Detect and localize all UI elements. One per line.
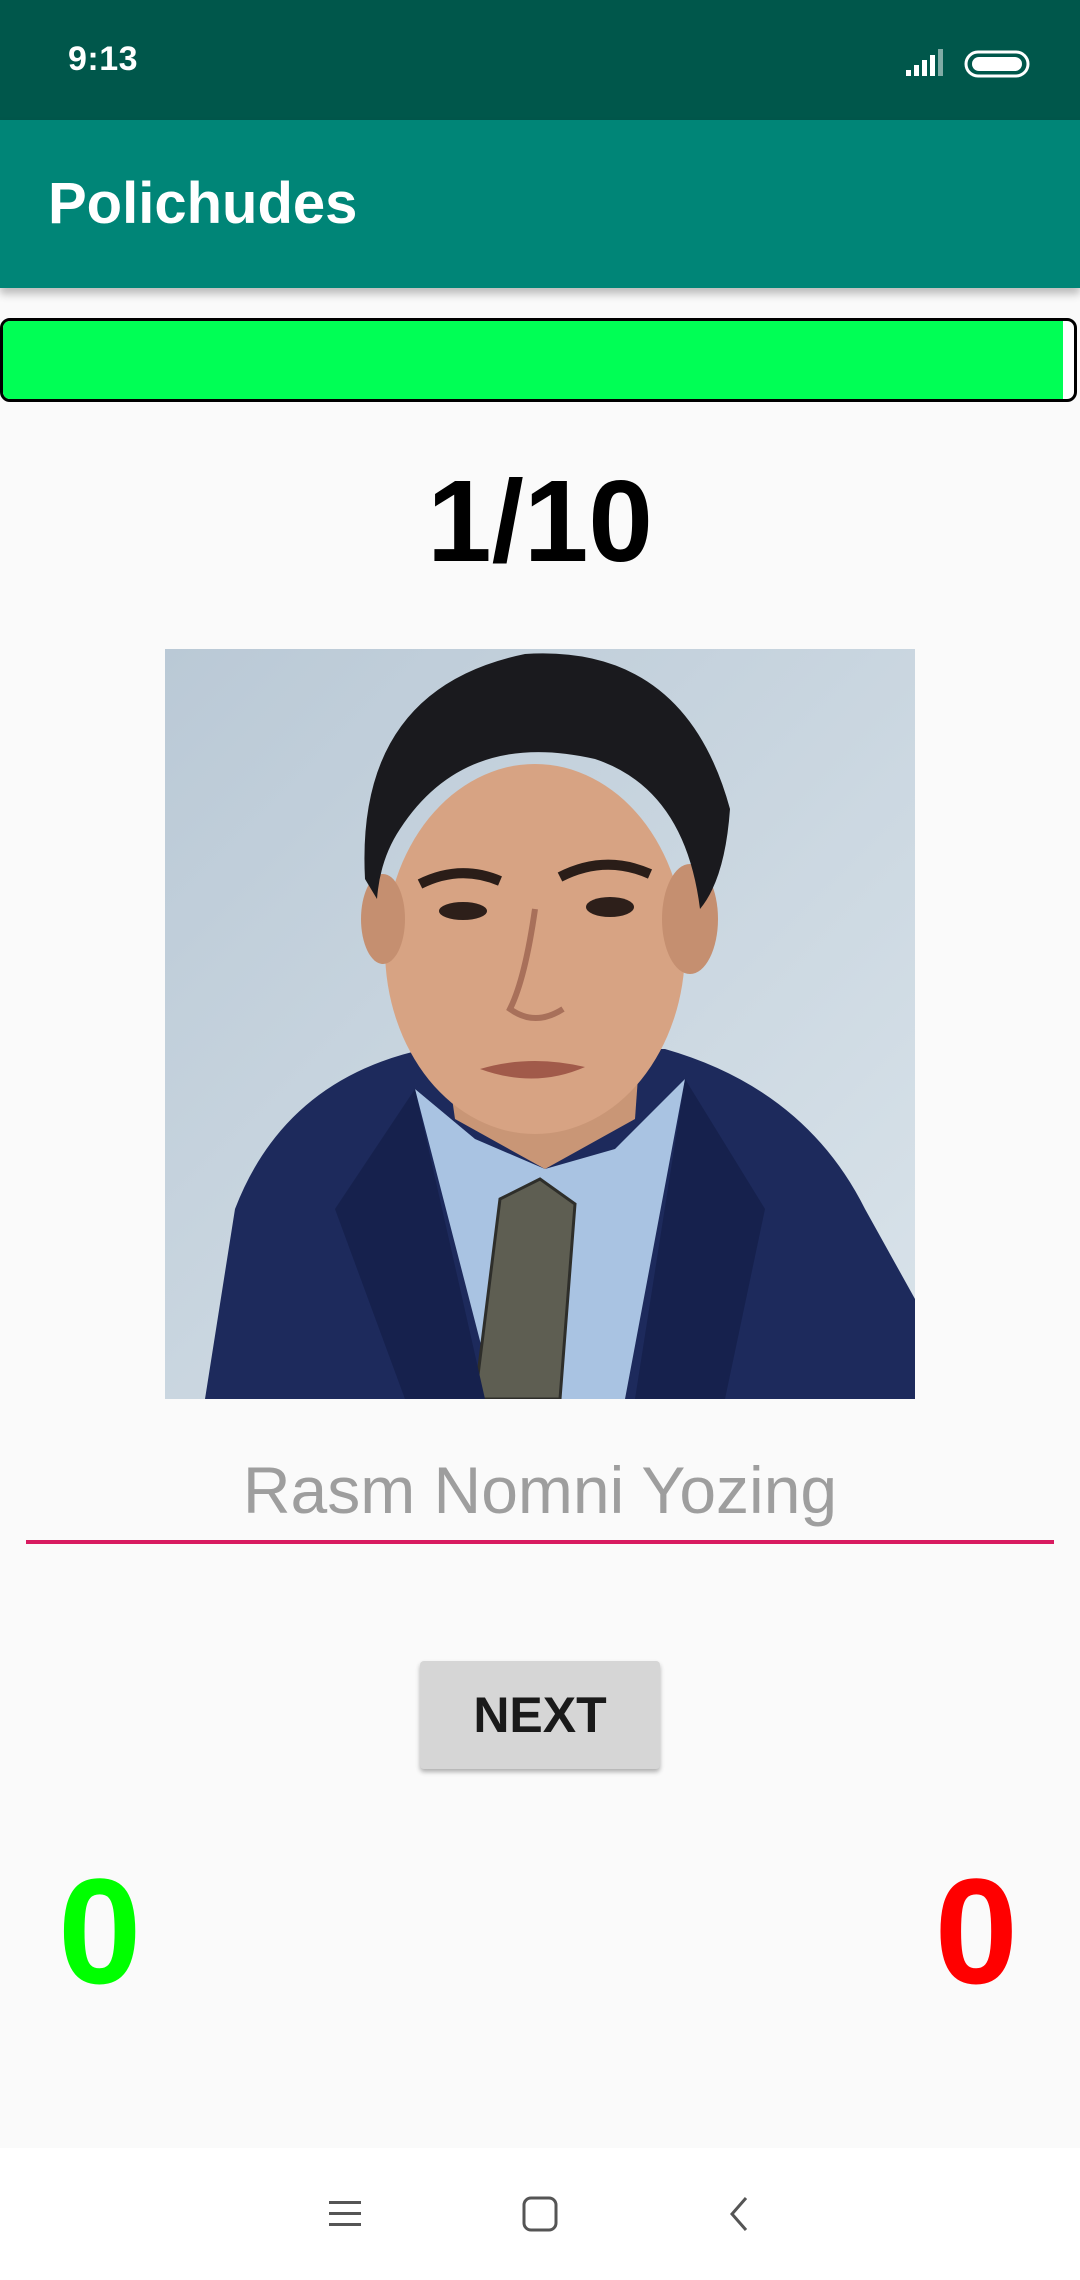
app-title: Polichudes bbox=[48, 171, 358, 236]
menu-icon bbox=[329, 2201, 361, 2226]
back-icon bbox=[730, 2197, 748, 2231]
question-counter: 1/10 bbox=[427, 456, 653, 586]
app-bar: Polichudes bbox=[0, 120, 1080, 288]
menu-button[interactable] bbox=[315, 2184, 375, 2244]
wrong-score: 0 bbox=[934, 1847, 1018, 2015]
portrait-illustration bbox=[165, 649, 915, 1399]
next-button[interactable]: NEXT bbox=[420, 1661, 660, 1769]
status-time: 9:13 bbox=[68, 40, 139, 78]
correct-score: 0 bbox=[58, 1847, 142, 2015]
back-button[interactable] bbox=[710, 2184, 770, 2244]
home-button[interactable] bbox=[510, 2184, 570, 2244]
quiz-progress-fill bbox=[3, 321, 1064, 399]
system-nav-bar bbox=[0, 2148, 1080, 2280]
battery-icon bbox=[964, 50, 1030, 78]
signal-icon bbox=[906, 49, 943, 76]
home-icon bbox=[522, 2196, 558, 2232]
answer-name-input[interactable] bbox=[26, 1440, 1054, 1544]
quiz-progress-bar bbox=[0, 318, 1077, 402]
person-portrait-image bbox=[165, 649, 915, 1399]
status-bar: 9:13 bbox=[0, 0, 1080, 120]
